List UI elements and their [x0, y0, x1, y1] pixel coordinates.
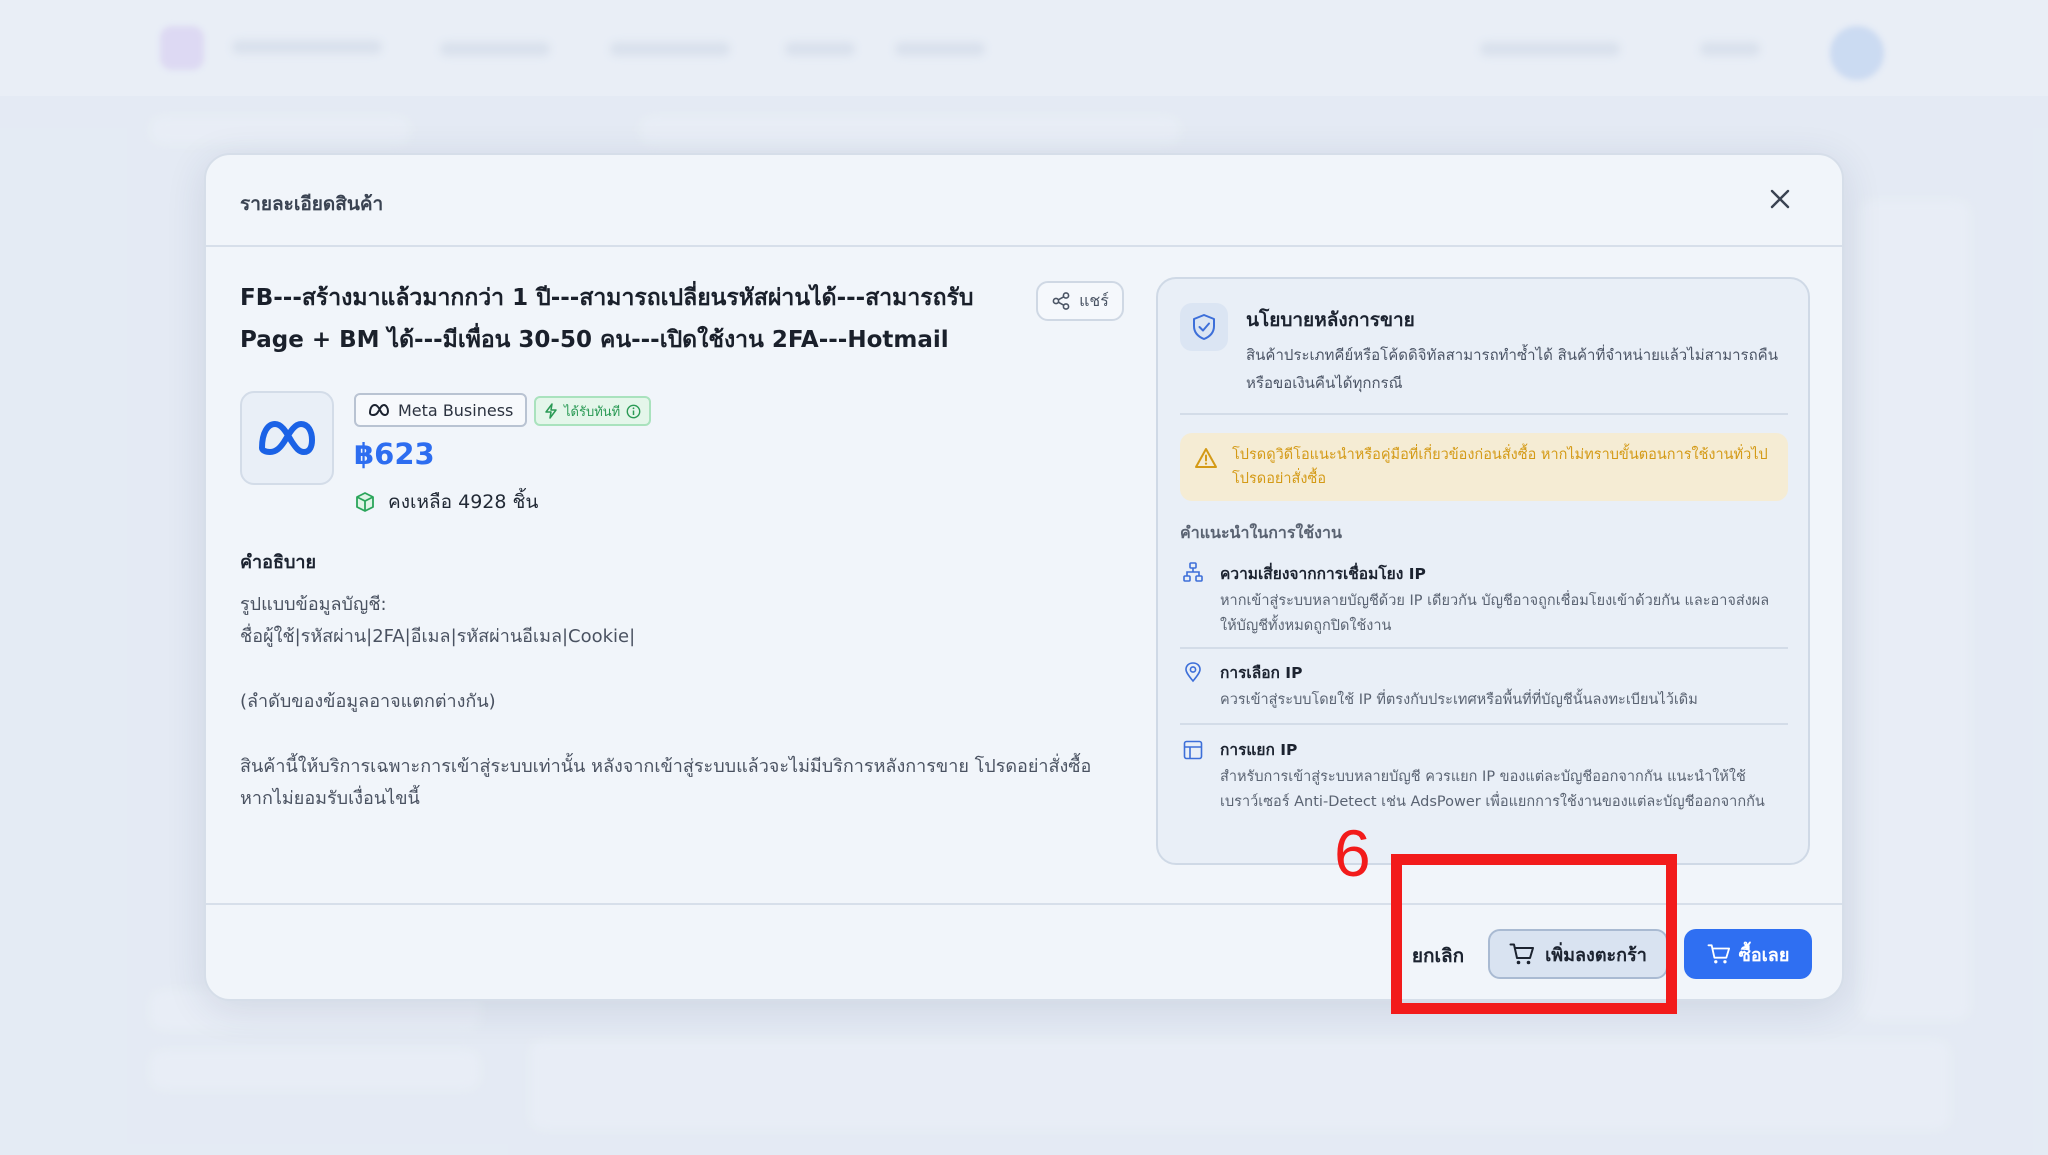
share-icon	[1052, 292, 1070, 310]
share-button[interactable]: แชร์	[1036, 281, 1124, 321]
buy-now-label: ซื้อเลย	[1738, 944, 1790, 966]
buy-now-button[interactable]: ซื้อเลย	[1684, 929, 1812, 979]
tip-text: ควรเข้าสู่ระบบโดยใช้ IP ที่ตรงกับประเทศห…	[1220, 692, 1698, 708]
shield-check-icon	[1193, 314, 1215, 340]
tip-text: หากเข้าสู่ระบบหลายบัญชีด้วย IP เดียวกัน …	[1220, 593, 1770, 634]
package-icon	[356, 492, 374, 512]
modal-header: รายละเอียดสินค้า	[206, 155, 1842, 247]
close-icon	[1770, 189, 1790, 209]
divider	[1180, 723, 1788, 725]
brand-badge-label: Meta Business	[398, 400, 514, 420]
stock-label: คงเหลือ 4928 ชิ้น	[388, 491, 539, 513]
policy-title: นโยบายหลังการขาย	[1246, 309, 1415, 331]
tip-title: การเลือก IP	[1220, 664, 1303, 682]
after-sales-policy-panel: นโยบายหลังการขาย สินค้าประเภทคีย์หรือโค้…	[1156, 277, 1810, 865]
meta-icon	[368, 403, 390, 417]
description-line: หากไม่ยอมรับเงื่อนไขนี้	[240, 788, 420, 809]
location-pin-icon	[1185, 662, 1201, 683]
warning-icon	[1195, 448, 1217, 468]
description-line: ชื่อผู้ใช้|รหัสผ่าน|2FA|อีเมล|รหัสผ่านอี…	[240, 626, 636, 647]
instant-badge-label: ได้รับทันที	[564, 404, 621, 420]
modal-title: รายละเอียดสินค้า	[240, 193, 384, 215]
product-price: ฿623	[354, 437, 435, 471]
share-label: แชร์	[1079, 290, 1109, 310]
description-heading: คำอธิบาย	[240, 552, 317, 573]
description-line: (ลำดับของข้อมูลอาจแตกต่างกัน)	[240, 691, 496, 712]
product-logo	[240, 391, 334, 485]
description-line: สินค้านี้ให้บริการเฉพาะการเข้าสู่ระบบเท่…	[240, 756, 1092, 777]
info-icon[interactable]	[626, 404, 641, 419]
meta-logo-icon	[259, 421, 315, 455]
close-button[interactable]	[1760, 179, 1800, 219]
tips-heading: คำแนะนำในการใช้งาน	[1180, 523, 1342, 542]
description-line: รูปแบบข้อมูลบัญชี:	[240, 594, 387, 615]
divider	[1180, 413, 1788, 415]
product-info: FB---สร้างมาแล้วมากกว่า 1 ปี---สามารถเปล…	[240, 277, 1130, 361]
annotation-step-number: 6	[1334, 816, 1371, 890]
warning-text: โปรดดูวิดีโอแนะนำหรือคู่มือที่เกี่ยวข้อง…	[1232, 447, 1768, 487]
network-icon	[1183, 562, 1203, 582]
cart-icon	[1707, 944, 1730, 964]
annotation-highlight-box	[1391, 854, 1677, 1014]
divider	[1180, 647, 1788, 649]
warning-banner: โปรดดูวิดีโอแนะนำหรือคู่มือที่เกี่ยวข้อง…	[1180, 433, 1788, 501]
tip-text: สำหรับการเข้าสู่ระบบหลายบัญชี ควรแยก IP …	[1220, 769, 1765, 810]
lightning-icon	[545, 403, 557, 419]
layout-icon	[1183, 740, 1203, 760]
policy-text: สินค้าประเภทคีย์หรือโค้ดดิจิทัลสามารถทำซ…	[1246, 346, 1778, 392]
tip-title: ความเสี่ยงจากการเชื่อมโยง IP	[1220, 565, 1426, 583]
instant-delivery-badge: ได้รับทันที	[534, 396, 652, 426]
product-title: FB---สร้างมาแล้วมากกว่า 1 ปี---สามารถเปล…	[240, 285, 974, 353]
stock-indicator: คงเหลือ 4928 ชิ้น	[354, 487, 538, 517]
tip-title: การแยก IP	[1220, 741, 1298, 759]
shield-tile	[1180, 303, 1228, 351]
brand-badge: Meta Business	[354, 393, 528, 427]
